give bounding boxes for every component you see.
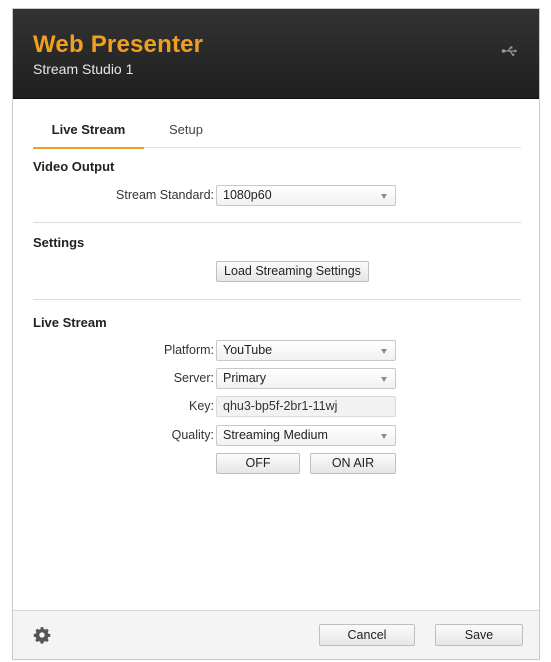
off-button[interactable]: OFF <box>216 453 300 474</box>
chevron-down-icon <box>381 377 387 382</box>
usb-icon <box>501 46 517 56</box>
save-button[interactable]: Save <box>435 624 523 646</box>
quality-label: Quality: <box>171 428 214 442</box>
stream-standard-label: Stream Standard: <box>116 188 214 202</box>
platform-label: Platform: <box>163 343 214 357</box>
chevron-down-icon <box>381 194 387 199</box>
on-air-button[interactable]: ON AIR <box>310 453 396 474</box>
server-value: Primary <box>223 371 267 385</box>
video-output-heading: Video Output <box>33 159 115 174</box>
web-presenter-window: Web Presenter Stream Studio 1 Live Strea… <box>12 8 540 660</box>
server-label: Server: <box>173 371 214 385</box>
server-select[interactable]: Primary <box>216 368 396 389</box>
tab-bar: Live Stream Setup <box>33 121 521 149</box>
live-stream-heading: Live Stream <box>33 315 107 330</box>
load-streaming-settings-button[interactable]: Load Streaming Settings <box>216 261 369 282</box>
platform-select[interactable]: YouTube <box>216 340 396 361</box>
tab-live-stream[interactable]: Live Stream <box>33 121 144 145</box>
device-name: Stream Studio 1 <box>33 61 134 77</box>
gear-icon[interactable] <box>33 626 51 644</box>
cancel-button[interactable]: Cancel <box>319 624 415 646</box>
app-header: Web Presenter Stream Studio 1 <box>13 9 539 99</box>
tab-setup[interactable]: Setup <box>156 121 216 145</box>
section-divider <box>33 299 521 300</box>
quality-value: Streaming Medium <box>223 428 328 442</box>
settings-heading: Settings <box>33 235 85 250</box>
chevron-down-icon <box>381 434 387 439</box>
key-label: Key: <box>188 399 214 413</box>
footer-bar: Cancel Save <box>13 610 539 659</box>
section-divider <box>33 222 521 223</box>
stream-key-value: qhu3-bp5f-2br1-11wj <box>223 399 338 413</box>
active-tab-indicator <box>33 147 144 149</box>
stream-standard-select[interactable]: 1080p60 <box>216 185 396 206</box>
chevron-down-icon <box>381 349 387 354</box>
stream-standard-value: 1080p60 <box>223 188 272 202</box>
app-title: Web Presenter <box>33 31 204 58</box>
quality-select[interactable]: Streaming Medium <box>216 425 396 446</box>
stream-key-field[interactable]: qhu3-bp5f-2br1-11wj <box>216 396 396 417</box>
platform-value: YouTube <box>223 343 273 357</box>
